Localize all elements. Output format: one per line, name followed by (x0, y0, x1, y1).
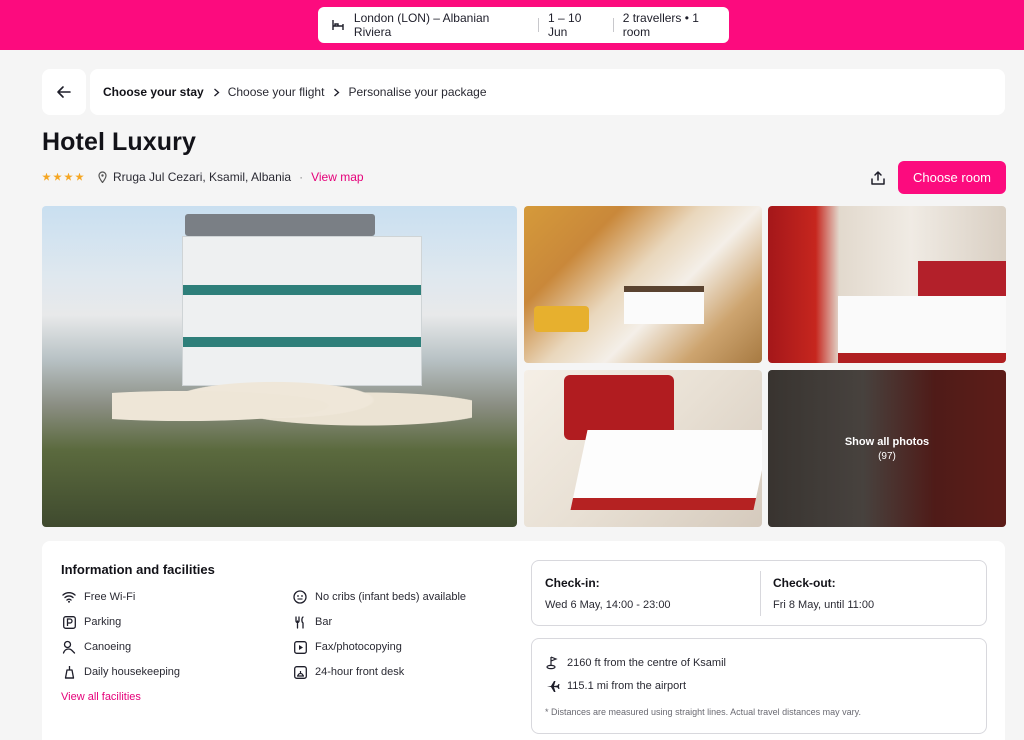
no-crib-icon (292, 589, 308, 605)
check-in-label: Check-in: (545, 576, 600, 590)
trip-route: London (LON) – Albanian Riviera (353, 11, 490, 39)
plane-icon (545, 678, 561, 694)
show-all-photos-tile[interactable]: Show all photos (97) (768, 370, 1006, 527)
divider (538, 18, 539, 32)
fax-icon (292, 639, 308, 655)
share-icon (871, 171, 885, 185)
check-in-value: Wed 6 May, 14:00 - 23:00 (545, 599, 671, 611)
breadcrumb-bar: Choose your stay Choose your flight Pers… (42, 69, 1005, 115)
photo-detail (112, 376, 472, 436)
photo-detail (185, 214, 375, 236)
housekeeping-icon (61, 664, 77, 680)
breadcrumb-step-flight[interactable]: Choose your flight (228, 85, 325, 99)
facility-item: 24-hour front desk (292, 664, 404, 680)
back-button[interactable] (42, 69, 86, 115)
check-in-out-box: Check-in: Wed 6 May, 14:00 - 23:00 Check… (531, 560, 987, 626)
facility-label: Canoeing (84, 641, 132, 653)
facility-item: Fax/photocopying (292, 639, 402, 655)
trip-summary-pill[interactable]: London (LON) – Albanian Riviera 1 – 10 J… (318, 7, 729, 43)
photo-detail (918, 261, 1006, 301)
separator-dot: · (299, 170, 304, 184)
arrow-left-icon (57, 86, 71, 98)
facility-label: No cribs (infant beds) available (315, 591, 467, 603)
star-icon (42, 172, 51, 181)
facility-item: Daily housekeeping (61, 664, 180, 680)
location-pin-icon (98, 171, 107, 183)
photo-detail (182, 236, 422, 386)
trip-dates: 1 – 10 Jun (548, 11, 582, 39)
distance-centre: 2160 ft from the centre of Ksamil (545, 655, 726, 671)
wifi-icon (61, 589, 77, 605)
top-banner: London (LON) – Albanian Riviera 1 – 10 J… (0, 0, 1024, 50)
photo-bedroom-2[interactable] (524, 370, 762, 527)
trip-travellers: 2 travellers • 1 room (622, 11, 699, 39)
check-out-value: Fri 8 May, until 11:00 (773, 599, 875, 611)
photo-main-exterior[interactable] (42, 206, 517, 527)
city-centre-icon (545, 655, 561, 671)
share-button[interactable] (866, 166, 890, 190)
photo-count: (97) (878, 450, 896, 462)
facility-label: 24-hour front desk (315, 666, 405, 678)
breadcrumb: Choose your stay Choose your flight Pers… (90, 69, 1005, 115)
star-icon (53, 172, 62, 181)
facility-label: Daily housekeeping (84, 666, 181, 678)
photo-detail (534, 306, 589, 332)
star-icon (64, 172, 73, 181)
chevron-right-icon (213, 88, 220, 97)
view-map-link[interactable]: View map (311, 170, 363, 184)
facility-item: Bar (292, 614, 332, 630)
view-all-facilities-link[interactable]: View all facilities (61, 691, 141, 703)
photo-overlay: Show all photos (97) (768, 370, 1006, 527)
check-in: Check-in: Wed 6 May, 14:00 - 23:00 (532, 561, 760, 625)
distance-centre-text: 2160 ft from the centre of Ksamil (567, 657, 726, 669)
photo-lobby[interactable] (524, 206, 762, 363)
hotel-address: Rruga Jul Cezari, Ksamil, Albania (113, 170, 292, 184)
star-rating (42, 172, 84, 182)
photo-bedroom-1[interactable] (768, 206, 1006, 363)
facility-label: Fax/photocopying (315, 641, 402, 653)
photo-detail (570, 430, 762, 510)
breadcrumb-step-personalise[interactable]: Personalise your package (348, 85, 486, 99)
hotel-meta: Rruga Jul Cezari, Ksamil, Albania · View… (42, 170, 364, 184)
hotel-title: Hotel Luxury (42, 128, 196, 156)
show-all-photos-label: Show all photos (844, 435, 930, 448)
flight-hotel-icon (330, 17, 346, 33)
facility-item: Canoeing (61, 639, 131, 655)
facility-label: Parking (84, 616, 122, 628)
bar-icon (292, 614, 308, 630)
star-icon (75, 172, 84, 181)
distance-note: * Distances are measured using straight … (545, 707, 861, 717)
facility-label: Free Wi-Fi (84, 591, 136, 603)
distance-airport: 115.1 mi from the airport (545, 678, 686, 694)
distances-box: 2160 ft from the centre of Ksamil 115.1 … (531, 638, 987, 734)
photo-detail (838, 296, 1006, 363)
front-desk-icon (292, 664, 308, 680)
facility-item: Parking (61, 614, 121, 630)
photo-detail (624, 286, 704, 324)
parking-icon (61, 614, 77, 630)
facility-item: Free Wi-Fi (61, 589, 135, 605)
facility-item: No cribs (infant beds) available (292, 589, 466, 605)
distance-airport-text: 115.1 mi from the airport (567, 680, 687, 692)
breadcrumb-step-stay[interactable]: Choose your stay (103, 85, 204, 99)
chevron-right-icon (333, 88, 340, 97)
choose-room-button[interactable]: Choose room (898, 161, 1006, 194)
info-title: Information and facilities (61, 562, 215, 577)
check-out: Check-out: Fri 8 May, until 11:00 (760, 561, 988, 625)
facility-label: Bar (315, 616, 333, 628)
info-card: Information and facilities Free Wi-Fi No… (42, 541, 1005, 740)
check-out-label: Check-out: (773, 576, 836, 590)
divider (612, 18, 614, 32)
canoe-icon (61, 639, 77, 655)
